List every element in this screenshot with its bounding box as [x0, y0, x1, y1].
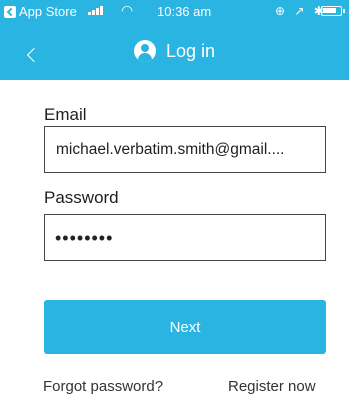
- page-title-text: Log in: [165, 40, 216, 61]
- page-title: Log in: [0, 38, 349, 64]
- password-value: ••••••••: [55, 228, 114, 248]
- status-time: 10:36 am: [157, 4, 212, 19]
- back-app-label: App Store: [19, 4, 77, 19]
- email-value: michael.verbatim.smith@gmail....: [56, 141, 285, 158]
- back-arrow-icon: [4, 5, 16, 18]
- user-icon: [133, 40, 156, 62]
- password-field[interactable]: ••••••••: [44, 214, 326, 261]
- top-bar: App Store ◠ 10:36 am ⊕ ↗ ✱ Log in: [0, 0, 349, 80]
- battery-icon: [321, 6, 345, 16]
- wifi-icon: ◠: [121, 2, 134, 18]
- forgot-password-link[interactable]: Forgot password?: [43, 378, 163, 395]
- register-now-link[interactable]: Register now: [228, 378, 316, 395]
- status-icons: ⊕ ↗ ✱: [275, 4, 327, 18]
- signal-icon: [88, 6, 103, 15]
- email-field[interactable]: michael.verbatim.smith@gmail....: [44, 126, 326, 173]
- status-bar: App Store ◠ 10:36 am ⊕ ↗ ✱: [0, 0, 349, 22]
- email-label: Email: [44, 105, 87, 124]
- next-button[interactable]: Next: [44, 300, 326, 354]
- password-label: Password: [44, 188, 119, 207]
- next-button-label: Next: [169, 318, 201, 336]
- back-to-app-store[interactable]: App Store: [4, 4, 77, 19]
